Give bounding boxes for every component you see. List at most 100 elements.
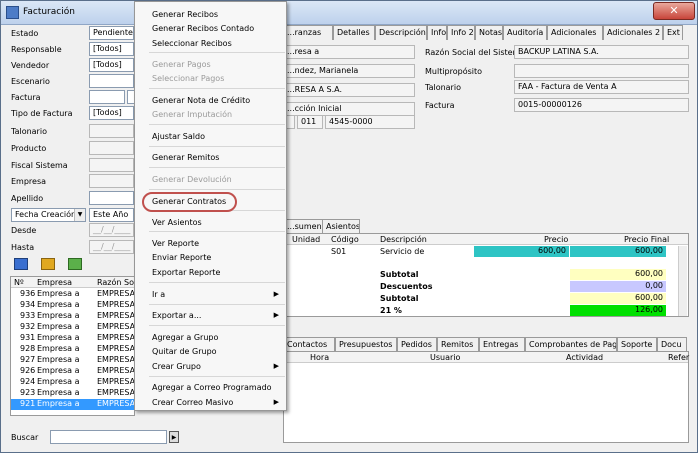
vendedor-combo[interactable]: [Todos] — [89, 58, 134, 72]
col-usuario[interactable]: Usuario — [430, 353, 460, 362]
activity-grid-header: Hora Usuario Actividad Refer — [284, 352, 689, 363]
col-descripcion[interactable]: Descripción — [380, 235, 427, 244]
producto-input[interactable] — [89, 141, 134, 155]
col-codigo[interactable]: Código — [331, 235, 359, 244]
list-header: Nº Empresa Razón So — [11, 277, 134, 288]
table-row[interactable]: 933 Empresa a EMPRESA — [11, 311, 135, 322]
col-refer[interactable]: Refer — [668, 353, 689, 362]
table-row[interactable]: 924 Empresa a EMPRESA — [11, 377, 136, 388]
menu-item-crear-correo-masivo[interactable]: Crear Correo Masivo — [152, 398, 233, 407]
fecha-type-combo[interactable]: Fecha Creación ▼ — [11, 208, 86, 222]
item-row[interactable]: S01 Servicio de 600,00 600,00 — [284, 246, 688, 257]
vendedor-label: Vendedor — [11, 61, 50, 70]
tab-resumen[interactable]: ...sumen — [283, 219, 323, 234]
items-grid-header: Unidad Código Descripción Precio Precio … — [284, 234, 688, 245]
desde-date[interactable]: __/__/____ — [89, 223, 134, 237]
menu-item-agregar-a-correo-programado[interactable]: Agregar a Correo Programado — [152, 383, 272, 392]
tab-9[interactable]: Ext — [663, 25, 683, 40]
menu-item-generar-recibos[interactable]: Generar Recibos — [152, 10, 218, 19]
bottom-tab-7[interactable]: Docu — [657, 337, 687, 352]
tab-0[interactable]: ...ranzas — [283, 25, 333, 40]
col-precio[interactable]: Precio — [544, 235, 568, 244]
bottom-tab-3[interactable]: Remitos — [437, 337, 479, 352]
menu-item-ver-reporte[interactable]: Ver Reporte — [152, 239, 199, 248]
table-row[interactable]: 928 Empresa a EMPRESA — [11, 344, 135, 355]
table-row[interactable]: 923 Empresa a EMPRESA — [11, 388, 135, 399]
tab-asientos[interactable]: Asientos — [322, 219, 360, 234]
menu-item-exportar-a[interactable]: Exportar a... — [152, 311, 201, 320]
bottom-tab-0[interactable]: Contactos — [283, 337, 335, 352]
table-row[interactable]: 926 Empresa a EMPRESA — [11, 366, 135, 377]
menu-item-seleccionar-recibos[interactable]: Seleccionar Recibos — [152, 39, 232, 48]
menu-item-generar-nota-de-cr-dito[interactable]: Generar Nota de Crédito — [152, 96, 250, 105]
menu-item-generar-remitos[interactable]: Generar Remitos — [152, 153, 219, 162]
menu-separator — [149, 189, 285, 190]
hasta-date[interactable]: __/__/____ — [89, 240, 134, 254]
total-label: Descuentos — [380, 282, 433, 291]
tab-1[interactable]: Detalles — [333, 25, 375, 40]
menu-item-generar-pagos: Generar Pagos — [152, 60, 211, 69]
table-row[interactable]: 932 Empresa a EMPRESA — [11, 322, 135, 333]
apellido-input[interactable] — [89, 191, 134, 205]
fecha-period-combo[interactable]: Este Año — [89, 208, 134, 222]
bottom-tab-4[interactable]: Entregas — [479, 337, 525, 352]
tab-5[interactable]: Notas — [475, 25, 503, 40]
menu-item-quitar-de-grupo[interactable]: Quitar de Grupo — [152, 347, 217, 356]
table-row[interactable]: 936 Empresa a EMPRESA — [11, 289, 135, 300]
refresh-icon[interactable] — [68, 258, 82, 270]
items-scrollbar[interactable] — [678, 246, 687, 316]
col-precio-final[interactable]: Precio Final — [624, 235, 669, 244]
row-razon: EMPRESA — [97, 377, 136, 386]
close-button[interactable]: ✕ — [653, 2, 695, 20]
col-hora[interactable]: Hora — [310, 353, 329, 362]
row-num: 921 — [20, 399, 36, 408]
save-icon[interactable] — [14, 258, 28, 270]
bottom-tab-6[interactable]: Soporte — [617, 337, 657, 352]
tab-7[interactable]: Adicionales — [547, 25, 603, 40]
tab-8[interactable]: Adicionales 2 — [603, 25, 663, 40]
row-num: 927 — [20, 355, 36, 364]
row-empresa: Empresa a — [37, 388, 80, 397]
buscar-input[interactable] — [50, 430, 167, 444]
estado-combo[interactable]: Pendiente — [89, 26, 134, 40]
menu-item-ir-a[interactable]: Ir a — [152, 290, 165, 299]
list-header-razon[interactable]: Razón So — [97, 278, 134, 287]
empresa-filter-input[interactable] — [89, 174, 134, 188]
list-header-empresa[interactable]: Empresa — [37, 278, 72, 287]
menu-item-ajustar-saldo[interactable]: Ajustar Saldo — [152, 132, 205, 141]
table-row[interactable]: 927 Empresa a EMPRESA — [11, 355, 135, 366]
tab-6[interactable]: Auditoría — [503, 25, 547, 40]
row-num: 928 — [20, 344, 36, 353]
total-label: Subtotal — [380, 270, 419, 279]
save-as-icon[interactable] — [41, 258, 55, 270]
talonario-filter-input[interactable] — [89, 124, 134, 138]
col-unidad[interactable]: Unidad — [292, 235, 320, 244]
buscar-go-button[interactable]: ▶ — [169, 431, 179, 443]
table-row[interactable]: 921 Empresa a EMPRESA — [11, 399, 135, 410]
factura-input-1[interactable] — [89, 90, 125, 104]
bottom-tab-1[interactable]: Presupuestos — [335, 337, 397, 352]
menu-item-crear-grupo[interactable]: Crear Grupo — [152, 362, 201, 371]
table-row[interactable]: 934 Empresa a EMPRESA — [11, 300, 135, 311]
codigo-area-field: 011 — [297, 115, 323, 129]
escenario-combo[interactable] — [89, 74, 134, 88]
tab-3[interactable]: Info — [427, 25, 447, 40]
tab-4[interactable]: Info 2 — [447, 25, 475, 40]
col-actividad[interactable]: Actividad — [566, 353, 603, 362]
row-num: 924 — [20, 377, 36, 386]
menu-item-ver-asientos[interactable]: Ver Asientos — [152, 218, 202, 227]
bottom-tab-2[interactable]: Pedidos — [397, 337, 437, 352]
responsable-combo[interactable]: [Todos] — [89, 42, 134, 56]
table-row[interactable]: 931 Empresa a EMPRESA — [11, 333, 135, 344]
menu-item-exportar-reporte[interactable]: Exportar Reporte — [152, 268, 220, 277]
tab-2[interactable]: Descripción — [375, 25, 427, 40]
menu-item-agregar-a-grupo[interactable]: Agregar a Grupo — [152, 333, 218, 342]
bottom-tab-5[interactable]: Comprobantes de Pago — [525, 337, 617, 352]
row-empresa: Empresa a — [37, 344, 80, 353]
list-header-num[interactable]: Nº — [14, 278, 24, 287]
menu-item-enviar-reporte[interactable]: Enviar Reporte — [152, 253, 211, 262]
fiscal-sistema-input[interactable] — [89, 158, 134, 172]
menu-item-generar-recibos-contado[interactable]: Generar Recibos Contado — [152, 24, 254, 33]
tipo-factura-combo[interactable]: [Todos] — [89, 106, 134, 120]
escenario-label: Escenario — [11, 77, 50, 86]
